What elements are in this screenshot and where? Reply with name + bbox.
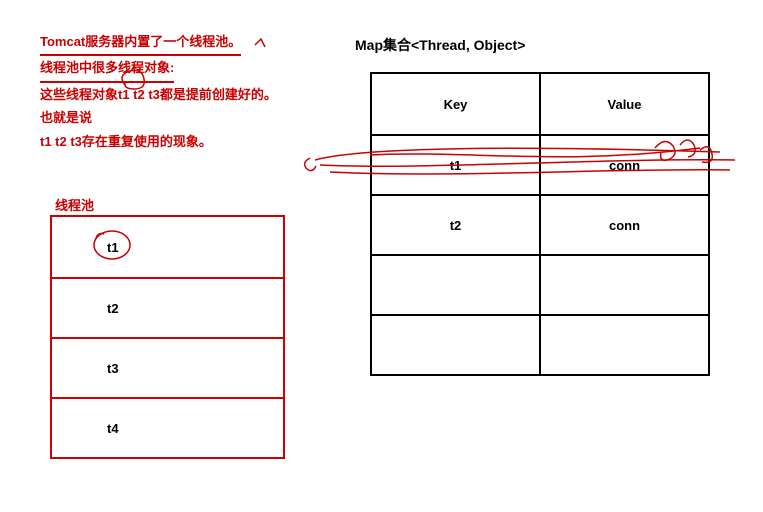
thread-pool-label: 线程池 — [55, 195, 94, 214]
map-value-cell: conn — [541, 136, 708, 194]
note-line-5: t1 t2 t3存在重复使用的现象。 — [40, 130, 277, 153]
note-line-1: Tomcat服务器内置了一个线程池。 — [40, 30, 241, 56]
map-data-row — [372, 314, 708, 374]
pool-item: t2 — [107, 301, 119, 316]
pool-row: t4 — [52, 397, 283, 457]
map-value-cell — [541, 316, 708, 374]
map-data-row: t1 conn — [372, 134, 708, 194]
map-value-cell — [541, 256, 708, 314]
map-value-cell: conn — [541, 196, 708, 254]
map-header-key: Key — [372, 74, 541, 134]
pool-item: t4 — [107, 421, 119, 436]
map-table: Key Value t1 conn t2 conn — [370, 72, 710, 376]
pool-item: t1 — [107, 240, 119, 255]
explanation-text: Tomcat服务器内置了一个线程池。 线程池中很多线程对象: 这些线程对象t1 … — [40, 30, 277, 153]
map-header-value: Value — [541, 74, 708, 134]
note-line-3: 这些线程对象t1 t2 t3都是提前创建好的。 — [40, 83, 277, 106]
map-header-row: Key Value — [372, 74, 708, 134]
map-key-cell: t2 — [372, 196, 541, 254]
pool-item: t3 — [107, 361, 119, 376]
note-line-4: 也就是说 — [40, 106, 277, 129]
pool-row: t1 — [52, 217, 283, 277]
map-data-row — [372, 254, 708, 314]
note-line-2: 线程池中很多线程对象: — [40, 56, 174, 82]
pool-row: t2 — [52, 277, 283, 337]
map-key-cell — [372, 316, 541, 374]
thread-pool-box: t1 t2 t3 t4 — [50, 215, 285, 459]
pool-row: t3 — [52, 337, 283, 397]
map-key-cell — [372, 256, 541, 314]
map-data-row: t2 conn — [372, 194, 708, 254]
map-title: Map集合<Thread, Object> — [355, 35, 525, 55]
map-key-cell: t1 — [372, 136, 541, 194]
